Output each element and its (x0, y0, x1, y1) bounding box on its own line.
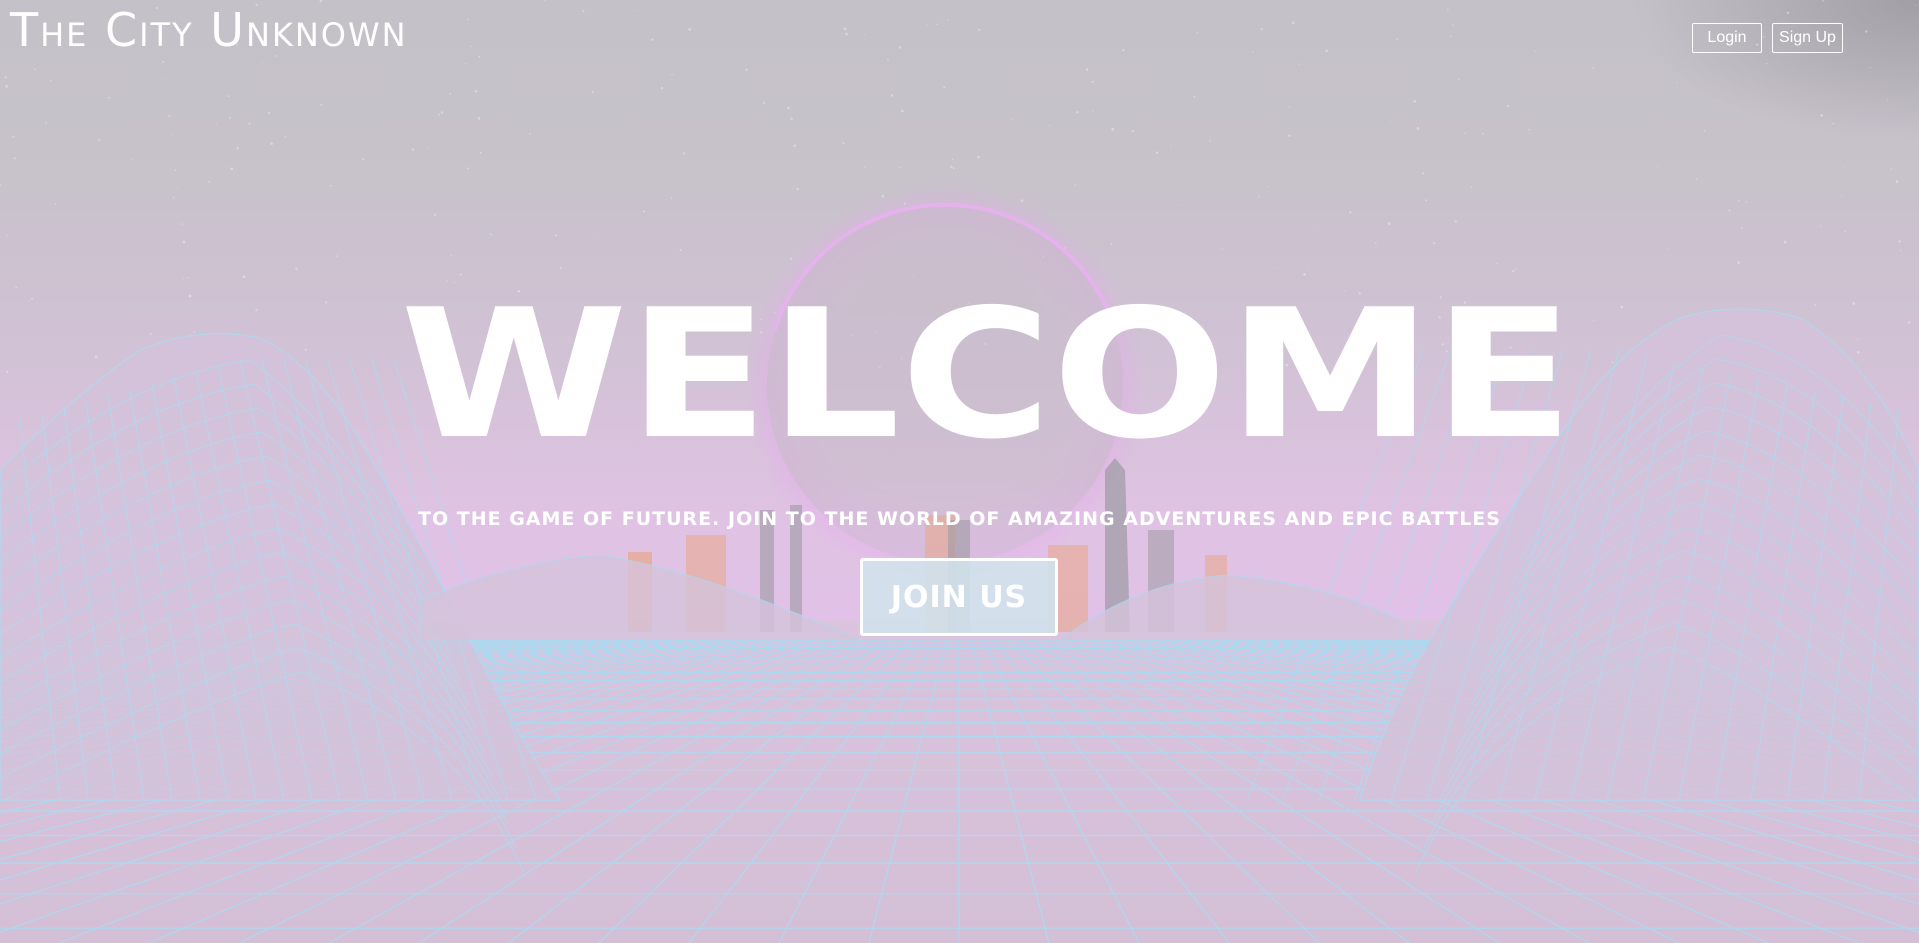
auth-buttons: Login Sign Up (1692, 23, 1843, 53)
hero-subtitle: TO THE GAME OF FUTURE. JOIN TO THE WORLD… (418, 508, 1501, 530)
login-button[interactable]: Login (1692, 23, 1762, 53)
site-logo[interactable]: The City Unknown (10, 4, 408, 56)
signup-button[interactable]: Sign Up (1772, 23, 1843, 53)
hero-title: WELCOME (400, 271, 1574, 478)
join-us-button[interactable]: JOIN US (860, 558, 1058, 636)
